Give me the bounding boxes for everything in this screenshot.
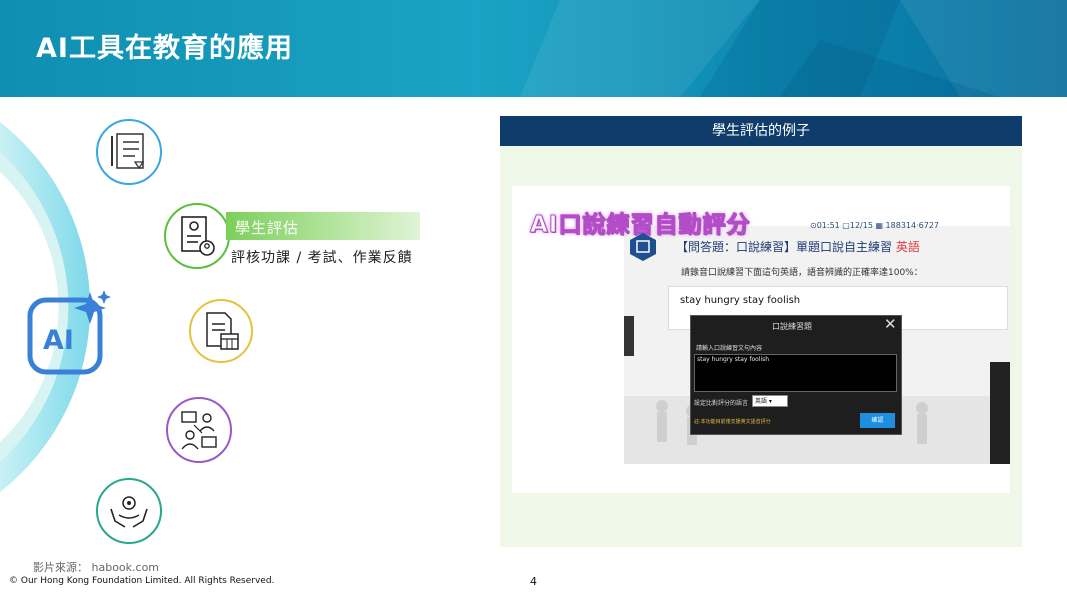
collaboration-icon (181, 411, 217, 450)
copyright: © Our Hong Kong Foundation Limited. All … (9, 576, 275, 586)
assessment-description: 評核功課 / 考試、作業反饋 (231, 250, 413, 266)
dialog-language-label: 設定比對評分的語言 (694, 400, 749, 407)
close-icon[interactable]: ✕ (884, 315, 897, 333)
book-logo-icon (630, 233, 656, 261)
assessment-icon (181, 216, 215, 256)
video-source: 影片來源： habook.com (33, 561, 160, 574)
document-calendar-node[interactable] (189, 299, 253, 363)
header-banner: AI工具在教育的應用 (0, 0, 1067, 97)
dialog-note: 註:本功能目前僅支援英文語音評分 (694, 419, 771, 425)
ai-sparkle-icon: AI (27, 290, 111, 375)
care-hands-node[interactable] (96, 478, 162, 544)
confirm-button[interactable]: 確認 (860, 413, 895, 428)
page-number: 4 (530, 575, 537, 588)
dialog-title: 口說練習題 (772, 322, 812, 331)
dialog-input-value: stay hungry stay foolish (697, 356, 770, 363)
checklist-node[interactable] (96, 119, 162, 185)
checklist-icon (111, 133, 145, 170)
question-description: 請錄音口說練習下面這句英語，語音辨識的正確率達100%： (681, 268, 923, 278)
page-title: AI工具在教育的應用 (36, 33, 293, 64)
collaboration-node[interactable] (166, 397, 232, 463)
document-calendar-icon (206, 312, 239, 350)
dialog-input-label: 請輸入口說練習文句內容 (696, 345, 763, 352)
assessment-label: 學生評估 (235, 219, 300, 237)
care-hands-icon (110, 496, 148, 528)
assessment-node[interactable] (164, 203, 230, 269)
answer-text: stay hungry stay foolish (680, 295, 801, 306)
language-select[interactable]: 英語 ▾ (752, 395, 788, 407)
panel-heading: 學生評估的例子 (500, 116, 1022, 146)
video-topbar: ⊙01:51 ▢12/15 ▦ 188314·6727 (810, 221, 939, 230)
question-title: 【問答題：口說練習】單題口說自主練習 英語 (676, 240, 920, 254)
svg-text:AI: AI (43, 325, 74, 356)
